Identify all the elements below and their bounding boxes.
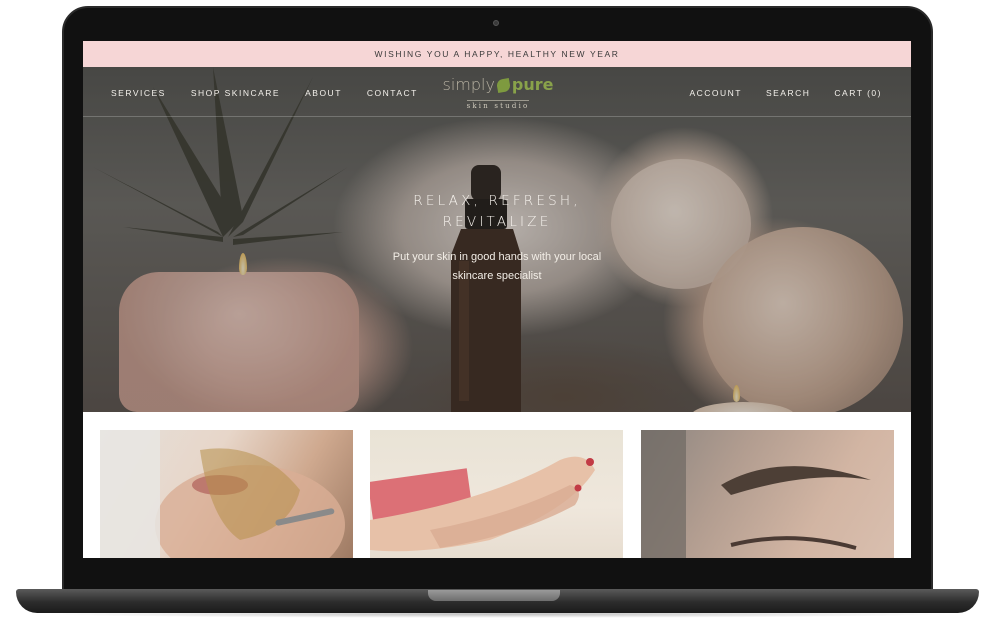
hero-subheading: Put your skin in good hands with your lo… [347, 248, 647, 286]
eyebrow-closeup-image [641, 430, 871, 558]
site-logo[interactable]: simply pure skin studio [438, 75, 558, 113]
nav-link-about[interactable]: ABOUT [305, 88, 342, 98]
nav-link-contact[interactable]: CONTACT [367, 88, 418, 98]
browser-screen: WISHING YOU A HAPPY, HEALTHY NEW YEAR SE… [83, 41, 911, 558]
hero-banner: SERVICES SHOP SKINCARE ABOUT CONTACT sim… [83, 67, 911, 412]
nav-link-account[interactable]: ACCOUNT [689, 88, 742, 98]
camera-icon [493, 20, 499, 26]
laptop-opening-notch [428, 590, 560, 601]
nav-link-search[interactable]: SEARCH [766, 88, 810, 98]
nav-link-services[interactable]: SERVICES [111, 88, 166, 98]
service-card-pedicure[interactable] [370, 430, 623, 558]
service-card-facial[interactable] [100, 430, 353, 558]
utility-nav: ACCOUNT SEARCH CART (0) [689, 88, 882, 98]
site-header: SERVICES SHOP SKINCARE ABOUT CONTACT sim… [83, 67, 911, 117]
leaf-icon [495, 77, 511, 93]
hero-heading: RELAX, REFRESH, REVITALIZE [347, 191, 647, 233]
facial-treatment-image [100, 430, 345, 558]
hero-subheading-line: Put your skin in good hands with your lo… [392, 251, 602, 263]
primary-nav: SERVICES SHOP SKINCARE ABOUT CONTACT [111, 88, 418, 98]
nav-link-cart[interactable]: CART (0) [834, 88, 882, 98]
logo-wordmark: simply pure [438, 75, 558, 95]
logo-simply-text: simply [442, 75, 495, 94]
service-cards [100, 430, 894, 558]
hero-heading-line: REVITALIZE [442, 214, 552, 230]
pedicure-image [370, 456, 595, 552]
logo-pure-text: pure [511, 75, 554, 94]
announcement-bar: WISHING YOU A HAPPY, HEALTHY NEW YEAR [83, 41, 911, 67]
hero-content: RELAX, REFRESH, REVITALIZE Put your skin… [347, 191, 647, 286]
service-card-brow[interactable] [641, 430, 894, 558]
hero-heading-line: RELAX, REFRESH, [413, 193, 581, 209]
hero-subheading-line: skincare specialist [452, 270, 542, 282]
logo-subtitle: skin studio [466, 100, 530, 110]
nav-link-shop-skincare[interactable]: SHOP SKINCARE [191, 88, 280, 98]
